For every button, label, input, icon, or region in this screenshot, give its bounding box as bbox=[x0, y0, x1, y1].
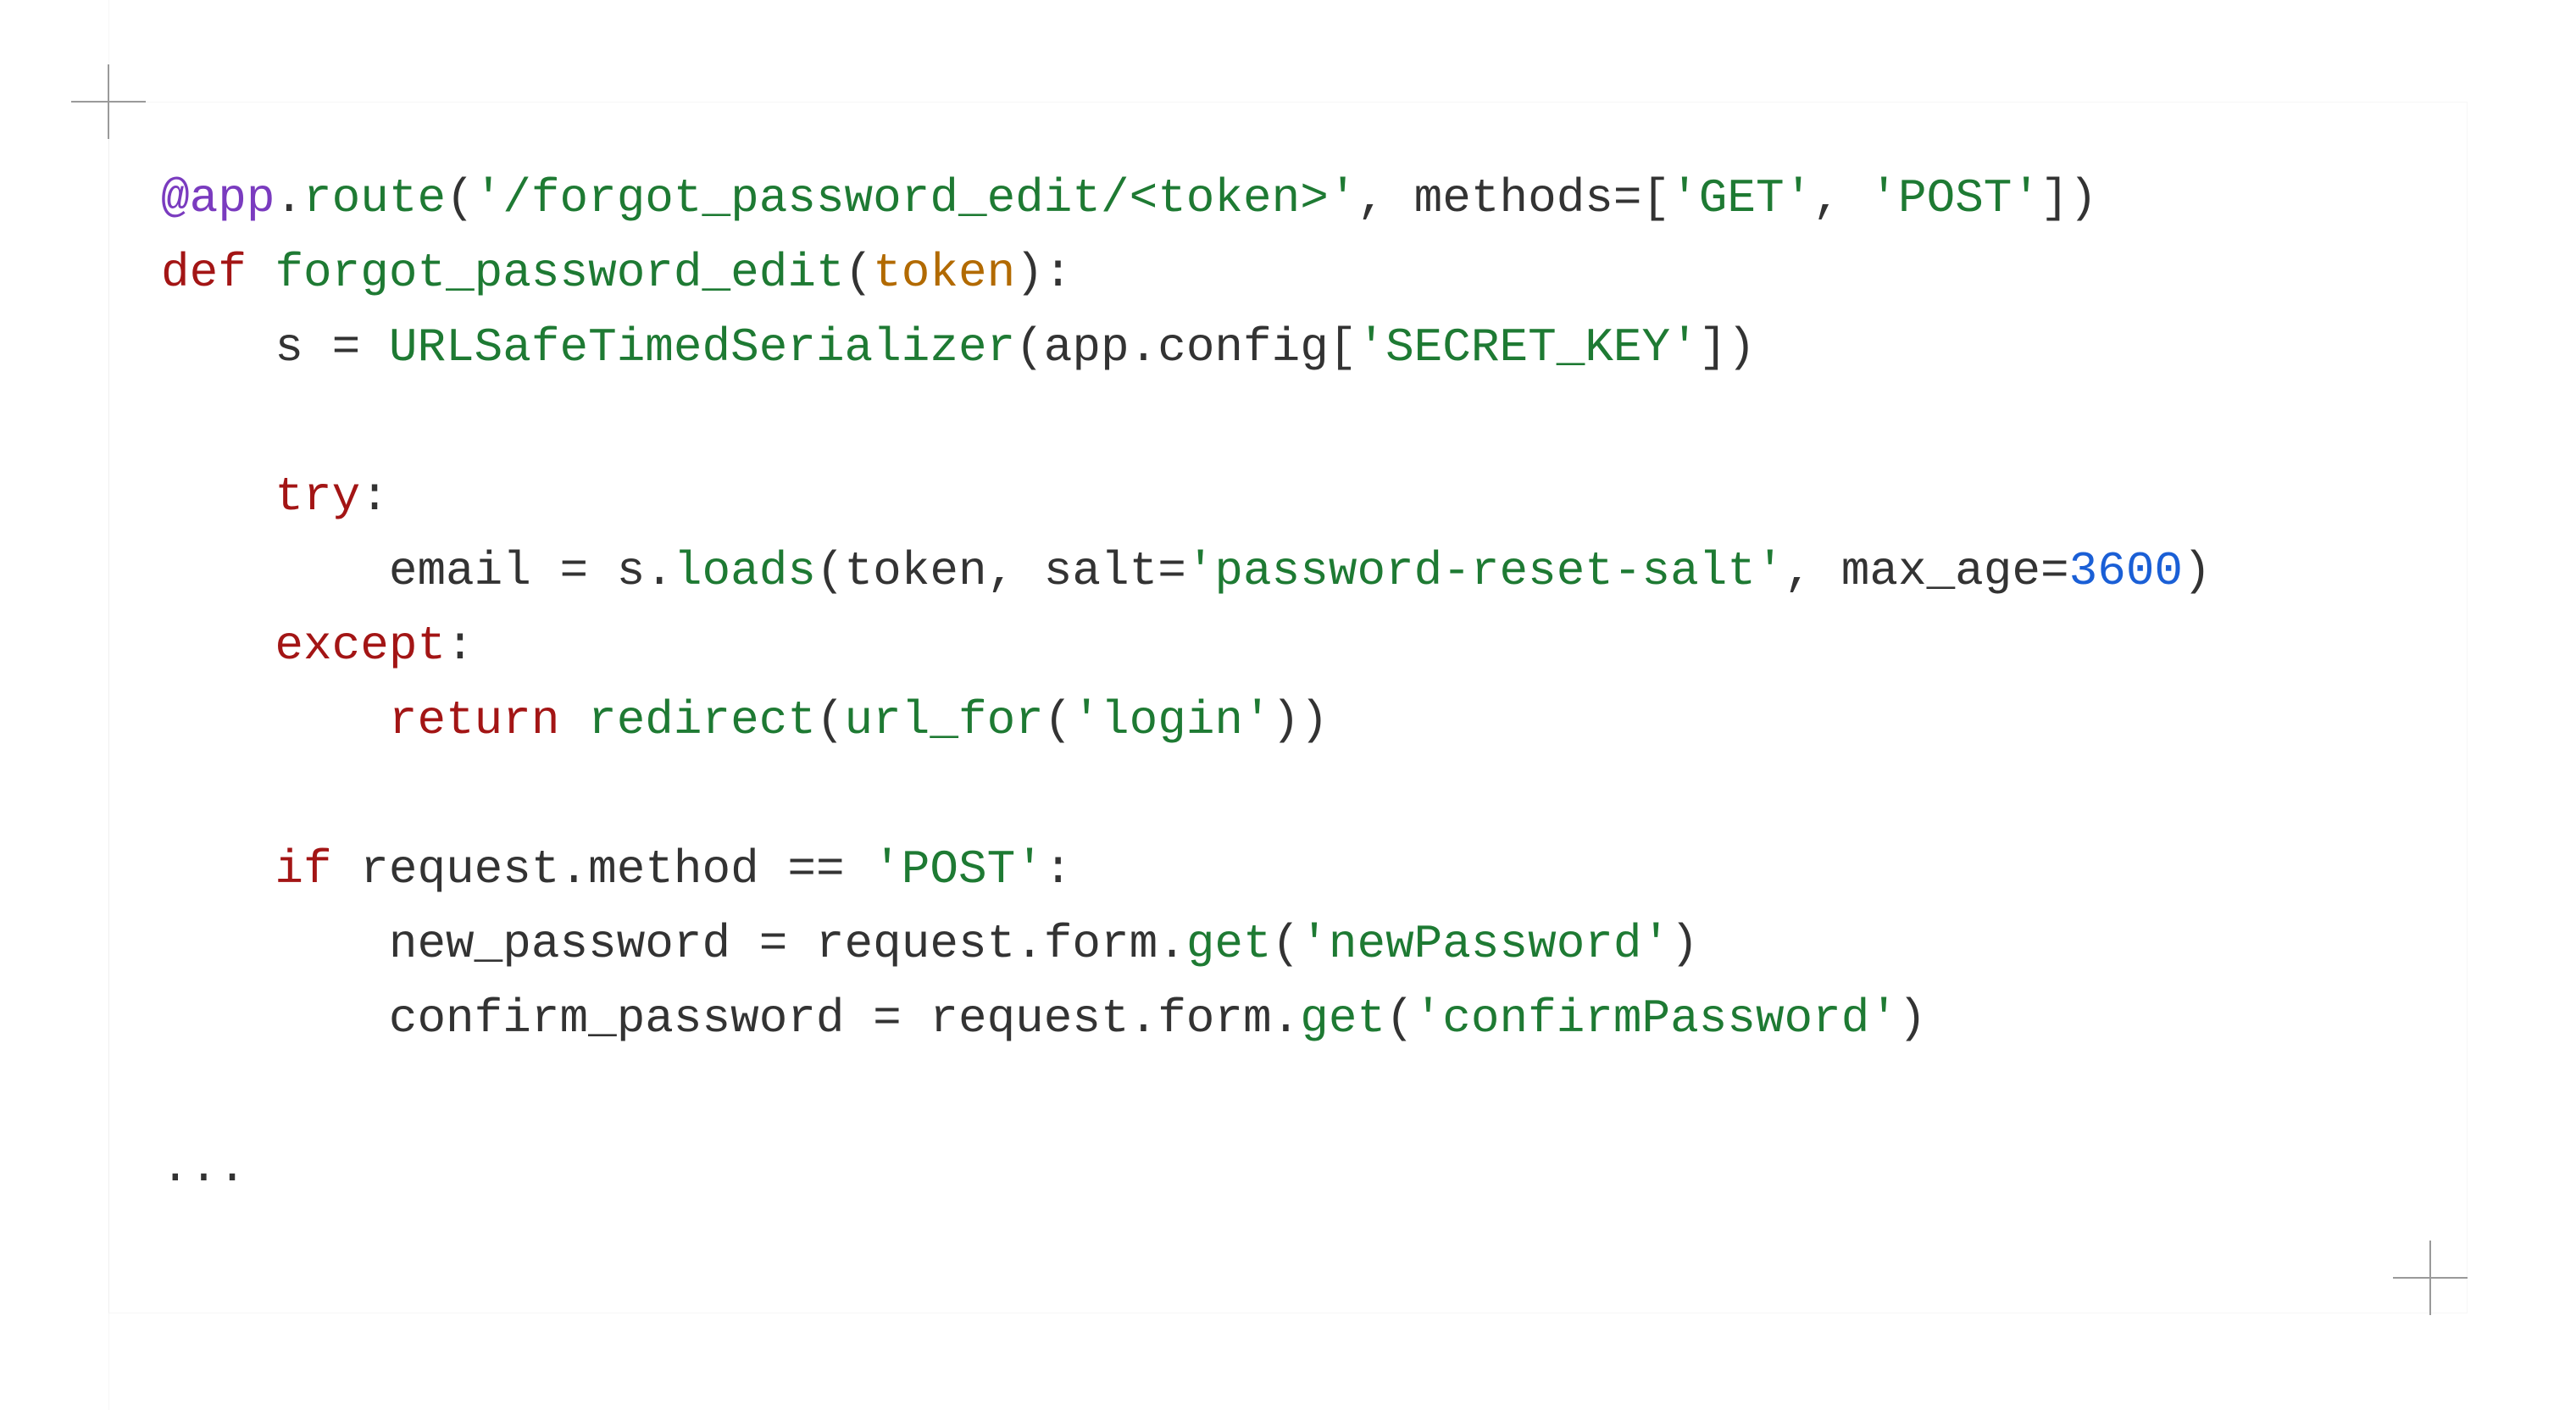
code-token: if bbox=[275, 842, 331, 897]
code-token bbox=[845, 842, 874, 897]
code-token bbox=[360, 320, 389, 375]
code-token: email bbox=[161, 544, 559, 598]
code-content: @app.route('/forgot_password_edit/<token… bbox=[161, 161, 2440, 1205]
code-token: ( bbox=[1272, 917, 1301, 971]
code-token: . bbox=[1158, 917, 1186, 971]
code-token: config[ bbox=[1158, 320, 1357, 375]
code-token: ) bbox=[1898, 991, 1927, 1046]
code-token: : bbox=[360, 469, 389, 524]
code-token bbox=[559, 693, 588, 747]
code-token: (token, salt bbox=[816, 544, 1158, 598]
code-token: = bbox=[332, 320, 361, 375]
code-token: form bbox=[1044, 917, 1158, 971]
code-token: 'login' bbox=[1072, 693, 1271, 747]
code-token: 'newPassword' bbox=[1300, 917, 1670, 971]
code-token: . bbox=[1130, 320, 1158, 375]
code-token: )) bbox=[1272, 693, 1329, 747]
code-token: ( bbox=[1044, 693, 1073, 747]
code-token: 'POST' bbox=[873, 842, 1044, 897]
code-token: ( bbox=[1385, 991, 1414, 1046]
code-token: = bbox=[559, 544, 588, 598]
code-token: request bbox=[332, 842, 560, 897]
code-token: request bbox=[787, 917, 1015, 971]
code-token: ]) bbox=[2040, 171, 2097, 225]
code-token: =[ bbox=[1613, 171, 1670, 225]
code-token: ( bbox=[446, 171, 475, 225]
code-token: method bbox=[588, 842, 787, 897]
code-token: '/forgot_password_edit/<token>' bbox=[475, 171, 1357, 225]
code-token: = bbox=[873, 991, 902, 1046]
code-token: : bbox=[446, 619, 475, 673]
code-token: URLSafeTimedSerializer bbox=[389, 320, 1015, 375]
code-token: . bbox=[1130, 991, 1158, 1046]
code-token: 'POST' bbox=[1869, 171, 2040, 225]
code-token: @app bbox=[161, 171, 275, 225]
code-token: route bbox=[303, 171, 446, 225]
code-token: 'GET' bbox=[1670, 171, 1813, 225]
code-token: 'confirmPassword' bbox=[1414, 991, 1898, 1046]
code-token: s bbox=[588, 544, 645, 598]
code-token: try bbox=[275, 469, 360, 524]
code-token bbox=[161, 469, 275, 524]
code-token: , bbox=[1813, 171, 1869, 225]
code-token: = bbox=[759, 917, 788, 971]
code-token: loads bbox=[674, 544, 816, 598]
code-token: 'password-reset-salt' bbox=[1186, 544, 1785, 598]
code-token: ) bbox=[2183, 544, 2212, 598]
code-token: get bbox=[1186, 917, 1272, 971]
code-token: 'SECRET_KEY' bbox=[1357, 320, 1698, 375]
code-token: == bbox=[787, 842, 844, 897]
code-token: ... bbox=[161, 1141, 247, 1195]
code-token: get bbox=[1300, 991, 1385, 1046]
code-token: = bbox=[2040, 544, 2069, 598]
code-token: ( bbox=[845, 246, 874, 300]
code-token: , methods bbox=[1357, 171, 1613, 225]
code-token: url_for bbox=[845, 693, 1044, 747]
code-token: . bbox=[645, 544, 674, 598]
code-block: @app.route('/forgot_password_edit/<token… bbox=[161, 161, 2440, 1274]
code-token: 3600 bbox=[2069, 544, 2183, 598]
code-token bbox=[161, 842, 275, 897]
code-token: ]) bbox=[1699, 320, 1756, 375]
code-token: s bbox=[161, 320, 332, 375]
code-token: token bbox=[873, 246, 1015, 300]
code-token: . bbox=[275, 171, 303, 225]
code-token: ) bbox=[1670, 917, 1699, 971]
code-token: form bbox=[1158, 991, 1271, 1046]
code-token: except bbox=[275, 619, 446, 673]
code-token: forgot_password_edit bbox=[275, 246, 844, 300]
code-token: = bbox=[1158, 544, 1186, 598]
code-token: . bbox=[1015, 917, 1044, 971]
code-token: def bbox=[161, 246, 247, 300]
code-token bbox=[161, 619, 275, 673]
code-token: ): bbox=[1015, 246, 1072, 300]
code-token: , max_age bbox=[1785, 544, 2040, 598]
code-token: request bbox=[902, 991, 1130, 1046]
code-token: new_password bbox=[161, 917, 759, 971]
code-token: ( bbox=[816, 693, 845, 747]
code-token bbox=[161, 693, 389, 747]
code-token bbox=[247, 246, 275, 300]
code-token: confirm_password bbox=[161, 991, 873, 1046]
code-token: . bbox=[559, 842, 588, 897]
code-token: redirect bbox=[588, 693, 816, 747]
code-token: : bbox=[1044, 842, 1073, 897]
code-token: return bbox=[389, 693, 560, 747]
code-token: (app bbox=[1015, 320, 1129, 375]
code-token: . bbox=[1272, 991, 1301, 1046]
